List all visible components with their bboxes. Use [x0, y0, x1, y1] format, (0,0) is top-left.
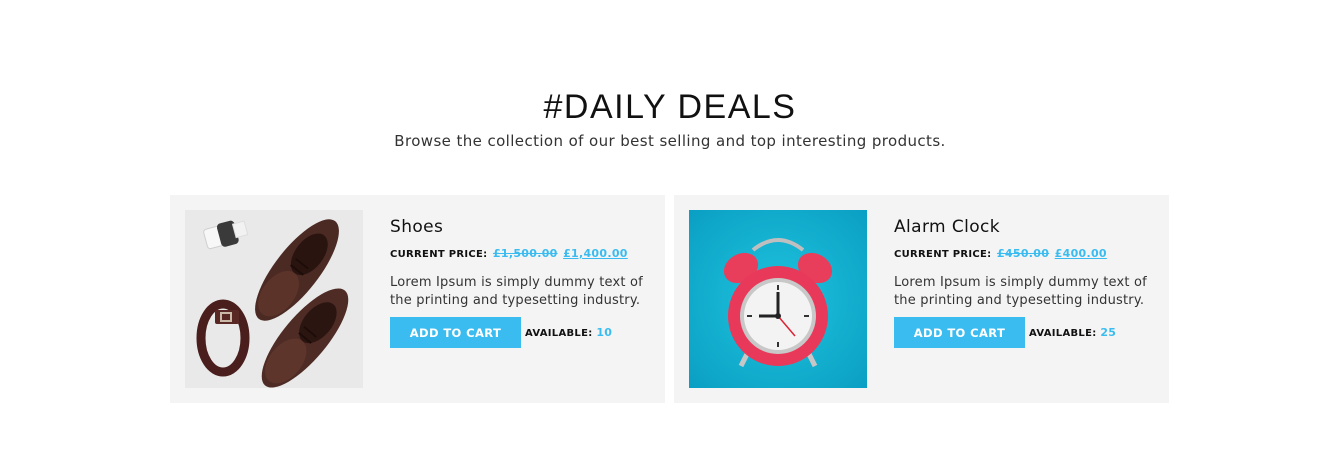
product-card-shoes: Shoes CURRENT PRICE: £1,500.00 £1,400.00…: [170, 195, 665, 403]
add-to-cart-button[interactable]: ADD TO CART: [390, 317, 521, 348]
product-description: Lorem Ipsum is simply dummy text of the …: [894, 275, 1147, 308]
price-label: CURRENT PRICE:: [894, 249, 992, 260]
available-count: 25: [1100, 326, 1117, 339]
new-price: £1,400.00: [563, 247, 628, 260]
new-price: £400.00: [1054, 247, 1107, 260]
daily-deals-header: #DAILY DEALS Browse the collection of ou…: [0, 88, 1340, 150]
availability: AVAILABLE: 25: [1029, 326, 1116, 339]
add-to-cart-button[interactable]: ADD TO CART: [894, 317, 1025, 348]
product-image-alarm-clock[interactable]: [689, 210, 867, 388]
price-row: CURRENT PRICE: £450.00 £400.00: [894, 247, 1154, 260]
product-image-shoes[interactable]: [185, 210, 363, 388]
availability: AVAILABLE: 10: [525, 326, 612, 339]
product-info-shoes: Shoes CURRENT PRICE: £1,500.00 £1,400.00…: [390, 217, 650, 348]
price-row: CURRENT PRICE: £1,500.00 £1,400.00: [390, 247, 650, 260]
section-title: #DAILY DEALS: [543, 88, 797, 126]
product-name[interactable]: Shoes: [390, 217, 650, 237]
section-subtitle: Browse the collection of our best sellin…: [394, 132, 946, 150]
available-label: AVAILABLE:: [1029, 328, 1097, 339]
old-price: £450.00: [996, 247, 1050, 260]
price-label: CURRENT PRICE:: [390, 249, 488, 260]
shoes-image-icon: [185, 210, 363, 388]
product-actions: ADD TO CART AVAILABLE: 25: [894, 317, 1154, 348]
product-actions: ADD TO CART AVAILABLE: 10: [390, 317, 650, 348]
available-count: 10: [596, 326, 613, 339]
product-description: Lorem Ipsum is simply dummy text of the …: [390, 275, 643, 308]
available-label: AVAILABLE:: [525, 328, 593, 339]
product-name[interactable]: Alarm Clock: [894, 217, 1154, 237]
product-info-alarm-clock: Alarm Clock CURRENT PRICE: £450.00 £400.…: [894, 217, 1154, 348]
old-price: £1,500.00: [492, 247, 558, 260]
product-card-alarm-clock: Alarm Clock CURRENT PRICE: £450.00 £400.…: [674, 195, 1169, 403]
alarm-clock-image-icon: [689, 210, 867, 388]
